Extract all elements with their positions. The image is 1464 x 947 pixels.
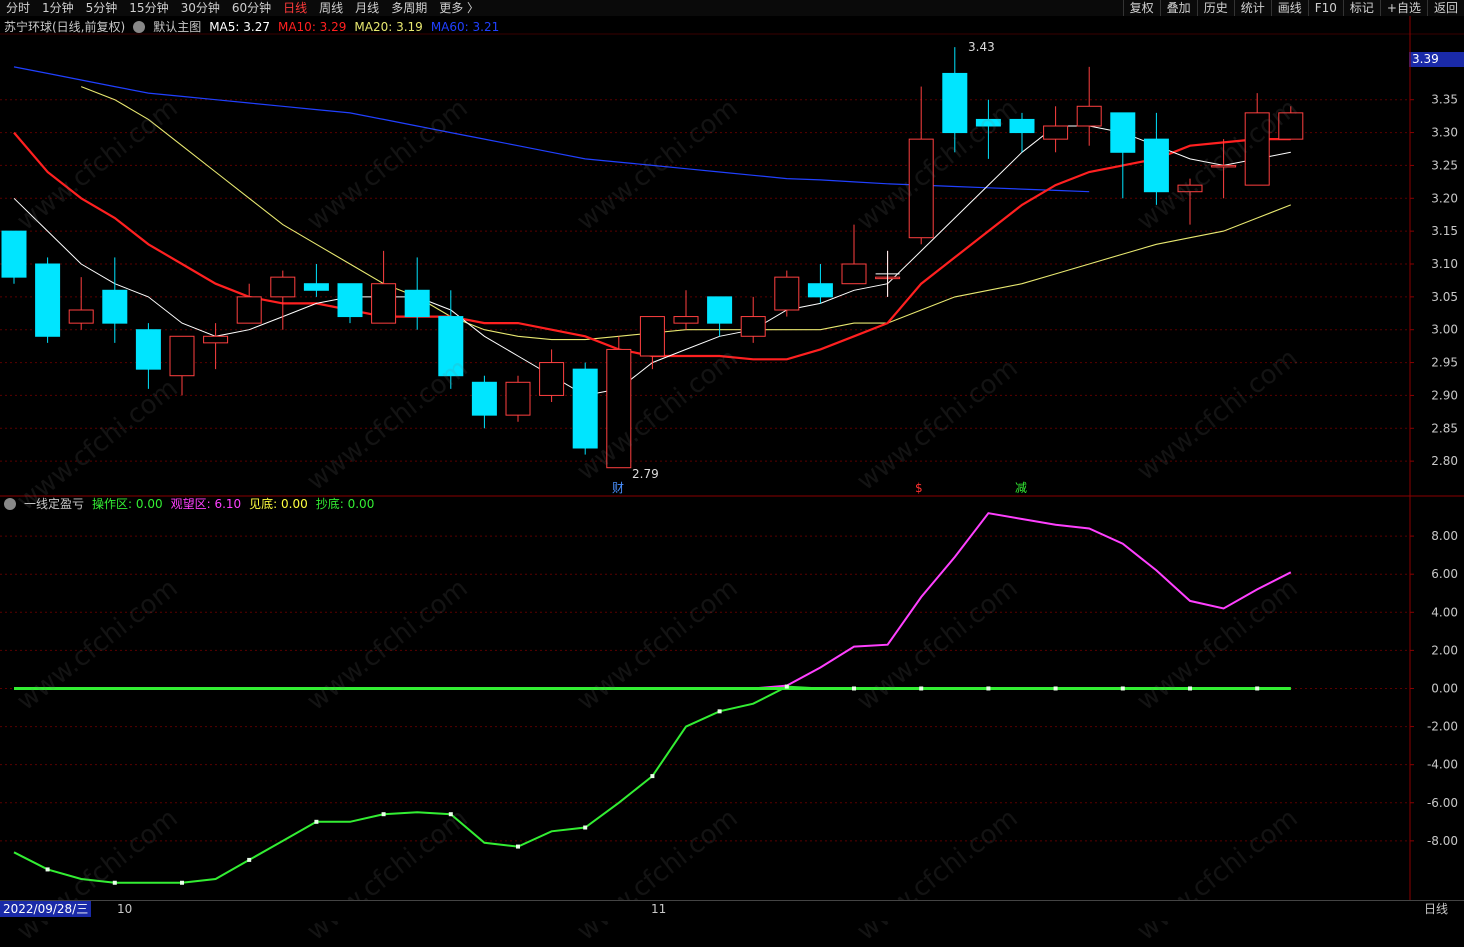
reduce-marker[interactable]: 减 bbox=[1015, 481, 1027, 495]
price-tick-label: 3.20 bbox=[1431, 191, 1458, 205]
candle-body-down bbox=[807, 283, 833, 298]
candle-body-up bbox=[673, 316, 699, 324]
candle-body-down bbox=[1009, 118, 1035, 134]
candle-body-down bbox=[135, 329, 161, 370]
candle-body-up bbox=[1244, 112, 1270, 186]
op-point bbox=[516, 844, 520, 849]
candle-body-up bbox=[908, 138, 934, 239]
candle-body-down bbox=[404, 289, 430, 318]
candle-body-up bbox=[236, 296, 262, 324]
op-point bbox=[583, 825, 588, 830]
op-point bbox=[650, 774, 655, 779]
price-tick-label: 2.85 bbox=[1431, 421, 1458, 435]
op-point bbox=[852, 686, 856, 691]
sub-tick-label: -8.00 bbox=[1427, 834, 1458, 848]
candle-body-up bbox=[505, 381, 531, 416]
op-point bbox=[381, 812, 386, 817]
price-tick-label: 3.15 bbox=[1431, 224, 1458, 238]
op-point bbox=[717, 709, 722, 714]
finance-marker[interactable]: 财 bbox=[612, 481, 624, 495]
candle-body-up bbox=[1211, 164, 1237, 168]
candle-body-down bbox=[303, 283, 329, 291]
sub-tick-label: -4.00 bbox=[1427, 758, 1458, 772]
month-label-10: 10 bbox=[117, 902, 133, 916]
sub-tick-label: 4.00 bbox=[1431, 605, 1458, 619]
candle-body-up bbox=[169, 335, 195, 377]
candle-body-up bbox=[1278, 112, 1304, 140]
price-tick-label: 3.00 bbox=[1431, 323, 1458, 337]
op-point bbox=[784, 684, 789, 689]
op-point bbox=[247, 857, 252, 862]
candle-body-up bbox=[606, 348, 632, 469]
sub-tick-label: 2.00 bbox=[1431, 643, 1458, 657]
price-tick-label: 3.05 bbox=[1431, 290, 1458, 304]
price-tick-label: 2.90 bbox=[1431, 388, 1458, 402]
kline-chart[interactable]: 3.35 3.30 3.25 3.20 3.15 3.10 3.05 3.00 2.95 2.90… bbox=[0, 0, 1464, 920]
candle-body-up bbox=[1076, 105, 1102, 127]
op-point bbox=[1120, 686, 1125, 691]
candle-body-up bbox=[68, 309, 94, 324]
watch-zone-line bbox=[753, 512, 1292, 690]
candle-body-down bbox=[572, 368, 598, 449]
candle-body-down bbox=[1143, 138, 1169, 193]
sub-tick-label: 6.00 bbox=[1431, 567, 1458, 581]
sub-tick-label: 8.00 bbox=[1431, 529, 1458, 543]
high-price-label: 3.43 bbox=[968, 40, 995, 54]
date-bar: 2022/09/28/三 10 11 日线 bbox=[0, 900, 1464, 921]
candle-body-up bbox=[1043, 125, 1069, 140]
op-point bbox=[112, 880, 117, 885]
price-tick-label: 3.35 bbox=[1431, 93, 1458, 107]
candle-body-up bbox=[774, 276, 800, 311]
op-point bbox=[180, 880, 184, 885]
candle-body-down bbox=[471, 381, 497, 416]
price-tick-label: 3.25 bbox=[1431, 158, 1458, 172]
op-point bbox=[314, 819, 319, 824]
period-corner-label[interactable]: 日线 bbox=[1424, 901, 1448, 917]
candle-body-down bbox=[707, 296, 733, 324]
op-point bbox=[45, 867, 50, 872]
candle-body-down bbox=[337, 283, 363, 318]
candle-body-down bbox=[1110, 112, 1136, 153]
candle-body-up bbox=[371, 283, 397, 324]
cursor-date: 2022/09/28/三 bbox=[0, 901, 92, 917]
op-point bbox=[1255, 686, 1260, 691]
candle-body-up bbox=[270, 276, 296, 298]
price-tick-label: 3.30 bbox=[1431, 126, 1458, 140]
sub-tick-label: -6.00 bbox=[1427, 796, 1458, 810]
candle-body-down bbox=[102, 289, 128, 324]
price-tick-label: 3.10 bbox=[1431, 257, 1458, 271]
candle-body-down bbox=[942, 72, 968, 134]
candle-body-up bbox=[1177, 184, 1203, 193]
low-price-label: 2.79 bbox=[632, 467, 659, 481]
candle-body-down bbox=[35, 263, 61, 337]
op-point bbox=[919, 686, 924, 691]
op-zone-line bbox=[13, 685, 1291, 884]
month-label-11: 11 bbox=[651, 902, 667, 916]
sub-tick-label: 0.00 bbox=[1431, 681, 1458, 695]
candle-body-up bbox=[539, 362, 565, 396]
price-tick-label: 2.80 bbox=[1431, 454, 1458, 468]
candle-body-up bbox=[841, 263, 867, 285]
candle-body-up bbox=[203, 335, 229, 344]
dollar-marker[interactable]: $ bbox=[915, 481, 923, 495]
op-point bbox=[448, 812, 453, 817]
candle-body-down bbox=[438, 316, 464, 377]
candle-body-up bbox=[639, 316, 665, 357]
candle-body-down bbox=[975, 118, 1001, 127]
op-point bbox=[1053, 686, 1058, 691]
candle-body-up bbox=[740, 316, 766, 337]
price-tick-label: 2.95 bbox=[1431, 356, 1458, 370]
candle-body-down bbox=[1, 230, 27, 278]
op-point bbox=[986, 686, 991, 691]
op-point bbox=[1188, 686, 1192, 691]
sub-tick-label: -2.00 bbox=[1427, 720, 1458, 734]
